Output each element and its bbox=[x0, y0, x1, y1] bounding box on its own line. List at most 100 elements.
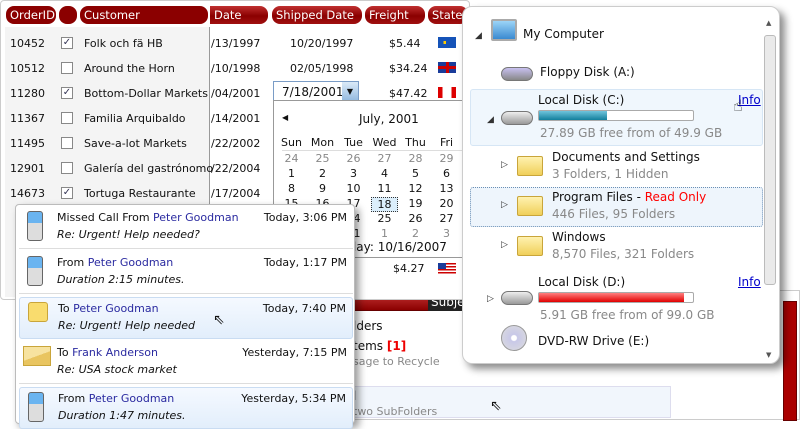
contact-name[interactable]: Peter Goodman bbox=[88, 256, 174, 269]
hand-cursor-icon: ☝ bbox=[733, 96, 743, 115]
tree-node-floppy[interactable]: Floppy Disk (A:) bbox=[540, 65, 635, 79]
calendar-day[interactable]: 25 bbox=[371, 212, 398, 225]
folder-summary: 8,570 Files, 321 Folders bbox=[552, 247, 695, 261]
scroll-down-icon[interactable]: ▼ bbox=[766, 351, 771, 359]
dropdown-arrow-icon[interactable]: ▼ bbox=[342, 82, 358, 102]
calendar-day[interactable]: 12 bbox=[402, 182, 429, 195]
contact-name[interactable]: Frank Anderson bbox=[72, 346, 158, 359]
calendar-day[interactable]: 2 bbox=[402, 227, 429, 240]
calendar-day[interactable]: 27 bbox=[433, 212, 460, 225]
folder-name: Windows bbox=[552, 230, 606, 244]
row-checkbox[interactable] bbox=[61, 62, 73, 74]
header-customer[interactable]: Customer bbox=[80, 6, 208, 24]
customer-cell: Tortuga Restaurante bbox=[84, 187, 196, 200]
expand-icon[interactable]: ▷ bbox=[487, 294, 494, 304]
calendar-day[interactable]: 24 bbox=[278, 152, 305, 165]
header-shipped-date[interactable]: Shipped Date bbox=[272, 6, 362, 24]
folder-name: Program Files - Read Only bbox=[552, 190, 707, 204]
notification-item[interactable]: To Frank Anderson Re: USA stock market Y… bbox=[19, 342, 353, 384]
row-checkbox[interactable] bbox=[61, 112, 73, 124]
header-orderid[interactable]: OrderID bbox=[6, 6, 56, 24]
drive-d-label[interactable]: Local Disk (D:) bbox=[538, 275, 625, 289]
calendar-day[interactable]: 10 bbox=[340, 182, 367, 195]
calendar-day[interactable]: 29 bbox=[433, 152, 460, 165]
expand-icon[interactable]: ▷ bbox=[501, 160, 508, 170]
drive-d-free: 5.91 GB free from of 99.0 GB bbox=[540, 308, 715, 322]
calendar-day[interactable]: 1 bbox=[278, 167, 305, 180]
customer-cell: Familia Arquibaldo bbox=[84, 112, 186, 125]
sweden-flag-icon bbox=[438, 37, 456, 48]
calendar-day[interactable]: 5 bbox=[402, 167, 429, 180]
row-checkbox[interactable]: ✓ bbox=[61, 87, 73, 99]
calendar-day[interactable]: 13 bbox=[433, 182, 460, 195]
tree-node-dvd[interactable]: DVD-RW Drive (E:) bbox=[538, 334, 649, 348]
calendar-day[interactable]: 4 bbox=[371, 167, 398, 180]
contact-name[interactable]: Peter Goodman bbox=[89, 392, 175, 405]
header-freight[interactable]: Freight bbox=[365, 6, 425, 24]
collapse-icon[interactable]: ◢ bbox=[487, 115, 494, 125]
row-checkbox[interactable] bbox=[61, 162, 73, 174]
calendar-month-title: July, 2001 bbox=[359, 112, 419, 126]
notification-prefix: From bbox=[58, 392, 86, 405]
expand-icon[interactable]: ▷ bbox=[501, 240, 508, 250]
calendar-day[interactable]: 1 bbox=[371, 227, 398, 240]
drive-d-usage-bar bbox=[538, 292, 694, 303]
row-checkbox[interactable]: ✓ bbox=[61, 37, 73, 49]
usa-flag-icon bbox=[438, 263, 456, 274]
notification-item[interactable]: From Peter Goodman Duration 2:15 minutes… bbox=[19, 252, 353, 294]
header-check[interactable] bbox=[59, 6, 77, 24]
calendar-day[interactable]: 28 bbox=[402, 152, 429, 165]
calendar-day[interactable]: 8 bbox=[278, 182, 305, 195]
freight-cell: $5.44 bbox=[389, 37, 421, 50]
calendar-day[interactable]: 2 bbox=[309, 167, 336, 180]
bg-text: sage to Recycle bbox=[353, 355, 440, 368]
collapse-icon[interactable]: ◢ bbox=[475, 31, 482, 41]
notification-detail: Re: Urgent! Help needed? bbox=[57, 228, 200, 241]
contact-name[interactable]: Peter Goodman bbox=[73, 302, 159, 315]
folder-summary: 446 Files, 95 Folders bbox=[552, 207, 676, 221]
notification-item[interactable]: Missed Call From Peter Goodman Re: Urgen… bbox=[19, 207, 353, 249]
calendar-day[interactable]: 11 bbox=[371, 182, 398, 195]
drive-d-info-link[interactable]: Info bbox=[738, 275, 761, 289]
freight-cell: $4.27 bbox=[393, 262, 425, 275]
calendar-day[interactable]: 9 bbox=[309, 182, 336, 195]
calendar-day[interactable]: 18 bbox=[371, 197, 398, 212]
notification-item[interactable]: From Peter Goodman Duration 1:47 minutes… bbox=[19, 387, 353, 429]
calendar-day[interactable]: 20 bbox=[433, 197, 460, 210]
calendar-day[interactable]: 26 bbox=[340, 152, 367, 165]
calendar-day[interactable]: 3 bbox=[433, 227, 460, 240]
chat-icon bbox=[28, 302, 48, 322]
order-id: 12901 bbox=[10, 162, 45, 175]
date-cell: /04/2001 bbox=[211, 87, 261, 100]
calendar-day[interactable]: 3 bbox=[340, 167, 367, 180]
floppy-icon bbox=[501, 67, 533, 81]
tree-node-my-computer[interactable]: My Computer bbox=[523, 27, 604, 41]
calendar-day[interactable]: 26 bbox=[402, 212, 429, 225]
notification-prefix: Missed Call From bbox=[57, 211, 150, 224]
row-checkbox[interactable] bbox=[61, 137, 73, 149]
date-cell: /22/2002 bbox=[211, 137, 261, 150]
notification-item[interactable]: To Peter Goodman Re: Urgent! Help needed… bbox=[19, 297, 353, 339]
contact-name[interactable]: Peter Goodman bbox=[153, 211, 239, 224]
date-input-value[interactable]: 7/18/2001 bbox=[282, 85, 344, 99]
notification-time: Today, 3:06 PM bbox=[263, 211, 347, 224]
calendar-day[interactable]: 27 bbox=[371, 152, 398, 165]
phone-icon bbox=[27, 256, 43, 286]
notification-detail: Re: USA stock market bbox=[57, 363, 177, 376]
scroll-up-icon[interactable]: ▲ bbox=[766, 19, 771, 27]
prev-month-icon[interactable]: ◀ bbox=[282, 113, 288, 122]
expand-icon[interactable]: ▷ bbox=[501, 200, 508, 210]
row-checkbox[interactable]: ✓ bbox=[61, 187, 73, 199]
calendar-day[interactable]: 19 bbox=[402, 197, 429, 210]
order-id: 11495 bbox=[10, 137, 45, 150]
notification-detail: Re: Urgent! Help needed bbox=[58, 319, 195, 332]
notification-time: Today, 7:40 PM bbox=[262, 302, 346, 315]
header-date[interactable]: Date bbox=[210, 6, 268, 24]
calendar-day[interactable]: 25 bbox=[309, 152, 336, 165]
order-id: 10452 bbox=[10, 37, 45, 50]
tree-scrollbar[interactable]: ▲ ▼ bbox=[763, 19, 777, 359]
scrollbar[interactable] bbox=[783, 301, 797, 421]
calendar-day[interactable]: 6 bbox=[433, 167, 460, 180]
hard-drive-icon bbox=[501, 111, 533, 125]
scrollbar-thumb[interactable] bbox=[764, 35, 776, 285]
